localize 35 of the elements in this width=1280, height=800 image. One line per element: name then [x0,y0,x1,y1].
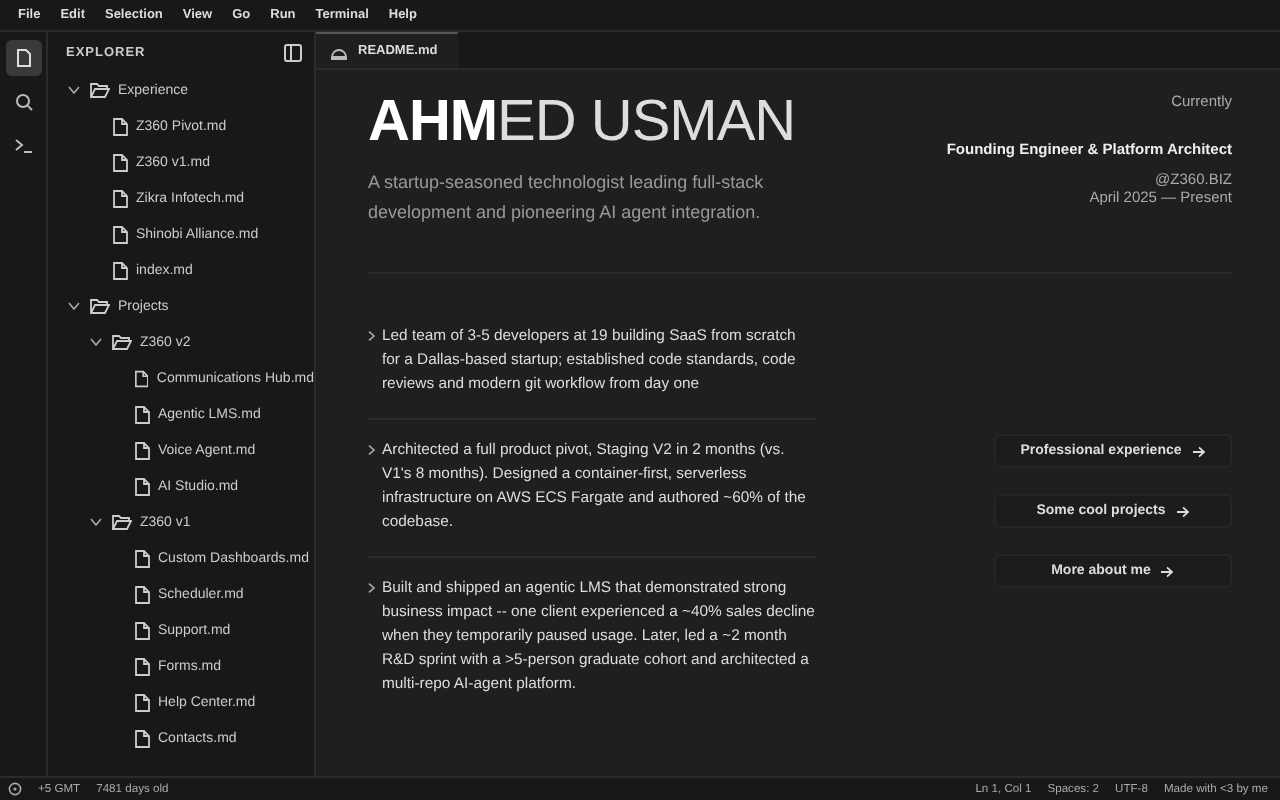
files-icon[interactable] [5,40,41,76]
file-icon [112,153,128,171]
folder-icon [90,298,110,314]
arrow-icon [1175,505,1190,517]
file-icon [112,117,128,135]
file-icon [134,369,149,387]
file-icon [112,189,128,207]
dome-icon [330,43,348,59]
file-icon [134,621,150,639]
chevron-icon[interactable] [90,336,102,348]
file-icon [112,261,128,279]
status-icon[interactable] [8,782,22,796]
file-icon [134,549,150,567]
file-icon [134,693,150,711]
arrow-icon [1160,565,1175,577]
chevron-icon[interactable] [68,84,80,96]
file-icon [134,585,150,603]
arrow-icon [1191,445,1206,457]
chevron-icon [368,330,376,342]
file-icon [134,441,150,459]
file-icon [134,657,150,675]
name-heading: AHMED USMAN [368,88,796,158]
chevron-icon[interactable] [68,300,80,312]
sidebar-toggle-icon[interactable] [284,43,302,61]
file-icon [134,405,150,423]
chevron-icon [368,582,376,594]
file-icon [134,729,150,747]
file-icon [134,477,150,495]
folder-icon [112,514,132,530]
folder-icon [90,82,110,98]
file-icon [112,225,128,243]
chevron-icon[interactable] [90,516,102,528]
tagline: A startup-seasoned technologist leading full-stack development and pioneering AI agent integration. [368,170,766,226]
chevron-icon [368,444,376,456]
folder-icon [112,334,132,350]
